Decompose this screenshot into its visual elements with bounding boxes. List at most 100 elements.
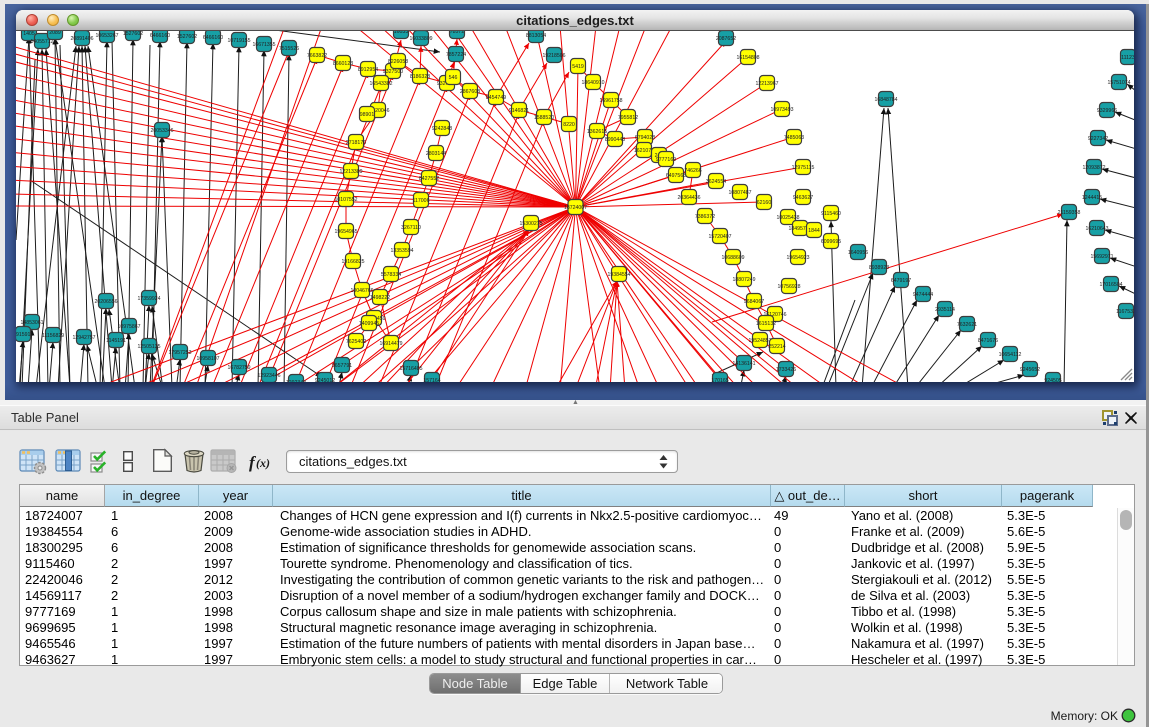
svg-text:12093872: 12093872 bbox=[1082, 165, 1105, 171]
svg-text:12505135: 12505135 bbox=[137, 344, 160, 350]
svg-text:18640910: 18640910 bbox=[581, 80, 604, 86]
svg-text:1588520: 1588520 bbox=[534, 115, 554, 121]
svg-text:7485063: 7485063 bbox=[784, 135, 804, 141]
svg-text:10046766: 10046766 bbox=[350, 288, 373, 294]
svg-text:9327500: 9327500 bbox=[383, 69, 403, 75]
svg-text:9115460: 9115460 bbox=[821, 211, 841, 217]
svg-text:19166825: 19166825 bbox=[341, 259, 364, 265]
svg-text:3267110: 3267110 bbox=[401, 225, 421, 231]
svg-text:10654112: 10654112 bbox=[999, 352, 1022, 358]
svg-text:12923446: 12923446 bbox=[257, 373, 280, 379]
svg-text:15716485: 15716485 bbox=[399, 366, 422, 372]
svg-text:10719155: 10719155 bbox=[227, 38, 250, 44]
svg-text:16543382: 16543382 bbox=[369, 81, 392, 87]
svg-text:15692971: 15692971 bbox=[1090, 254, 1113, 260]
svg-text:14136141: 14136141 bbox=[732, 361, 755, 367]
svg-text:6479197: 6479197 bbox=[891, 278, 911, 284]
svg-text:3915911: 3915911 bbox=[16, 332, 33, 338]
svg-text:15751074: 15751074 bbox=[1107, 80, 1130, 86]
svg-text:19384554: 19384554 bbox=[607, 272, 630, 278]
svg-text:117006: 117006 bbox=[413, 198, 430, 204]
svg-text:5419: 5419 bbox=[572, 64, 584, 70]
svg-text:9684067: 9684067 bbox=[744, 299, 764, 305]
svg-text:2087652: 2087652 bbox=[716, 36, 736, 42]
svg-text:7663822: 7663822 bbox=[307, 53, 327, 59]
svg-text:1844: 1844 bbox=[808, 228, 820, 234]
svg-text:13353594: 13353594 bbox=[390, 248, 413, 254]
svg-text:9463627: 9463627 bbox=[793, 195, 813, 201]
svg-text:9245012: 9245012 bbox=[315, 378, 335, 382]
svg-text:12942757: 12942757 bbox=[72, 335, 95, 341]
svg-text:2718176: 2718176 bbox=[346, 140, 366, 146]
svg-text:9657791: 9657791 bbox=[332, 363, 352, 369]
svg-text:9329966: 9329966 bbox=[1097, 108, 1117, 114]
svg-text:8220: 8220 bbox=[563, 122, 575, 128]
svg-text:11156829: 11156829 bbox=[42, 333, 64, 339]
svg-text:9242848: 9242848 bbox=[432, 126, 452, 132]
svg-text:16914479: 16914479 bbox=[379, 341, 402, 347]
svg-text:1527602: 1527602 bbox=[177, 34, 197, 40]
svg-text:7625402: 7625402 bbox=[346, 339, 366, 345]
svg-text:2935114: 2935114 bbox=[935, 307, 955, 313]
svg-text:8186328: 8186328 bbox=[410, 74, 430, 80]
svg-text:1498222: 1498222 bbox=[370, 295, 390, 301]
svg-text:8912954: 8912954 bbox=[358, 67, 378, 73]
svg-text:16671355: 16671355 bbox=[252, 42, 275, 48]
svg-text:16848784: 16848784 bbox=[874, 97, 897, 103]
svg-text:20206556: 20206556 bbox=[94, 299, 117, 305]
svg-text:7515526: 7515526 bbox=[279, 46, 299, 52]
svg-text:16961758: 16961758 bbox=[599, 98, 622, 104]
svg-text:16033: 16033 bbox=[394, 31, 409, 35]
svg-text:14853061: 14853061 bbox=[20, 320, 43, 326]
svg-text:98901: 98901 bbox=[360, 112, 375, 118]
svg-text:1145191: 1145191 bbox=[106, 338, 126, 344]
svg-text:1409945: 1409945 bbox=[359, 321, 379, 327]
svg-text:6794028: 6794028 bbox=[635, 135, 655, 141]
svg-text:6466160: 6466160 bbox=[203, 35, 223, 41]
svg-text:16782759: 16782759 bbox=[227, 365, 250, 371]
svg-text:10958107: 10958107 bbox=[196, 356, 219, 362]
svg-text:10107552: 10107552 bbox=[334, 197, 357, 203]
svg-text:1292344: 1292344 bbox=[286, 380, 306, 382]
svg-text:2803144: 2803144 bbox=[426, 151, 446, 157]
svg-text:10807487: 10807487 bbox=[728, 190, 751, 196]
svg-text:10975867: 10975867 bbox=[117, 324, 140, 330]
svg-text:10653267: 10653267 bbox=[95, 33, 118, 39]
svg-text:8660123: 8660123 bbox=[333, 61, 353, 67]
svg-text:17016504: 17016504 bbox=[1099, 282, 1122, 288]
svg-text:7955812: 7955812 bbox=[618, 115, 638, 121]
svg-text:20891406: 20891406 bbox=[70, 36, 93, 42]
svg-text:8471676: 8471676 bbox=[978, 338, 998, 344]
svg-text:10973493: 10973493 bbox=[770, 107, 793, 113]
svg-text:8427552: 8427552 bbox=[419, 176, 439, 182]
svg-text:6099695: 6099695 bbox=[821, 239, 841, 245]
svg-text:7386372: 7386372 bbox=[695, 214, 715, 220]
svg-text:(x): (x) bbox=[256, 456, 270, 470]
svg-text:18724007: 18724007 bbox=[564, 205, 587, 211]
svg-text:1405: 1405 bbox=[23, 31, 35, 37]
svg-text:746266: 746266 bbox=[684, 168, 701, 174]
svg-text:6497568: 6497568 bbox=[666, 173, 686, 179]
svg-text:8454749: 8454749 bbox=[486, 95, 506, 101]
svg-text:1615132: 1615132 bbox=[756, 321, 776, 327]
svg-text:12213389: 12213389 bbox=[339, 169, 362, 175]
svg-text:20053346: 20053346 bbox=[150, 128, 173, 134]
svg-text:17359924: 17359924 bbox=[137, 296, 160, 302]
svg-text:12975115: 12975115 bbox=[792, 165, 815, 171]
svg-text:19654965: 19654965 bbox=[334, 229, 357, 235]
svg-text:1362615: 1362615 bbox=[587, 129, 607, 135]
svg-text:2089: 2089 bbox=[49, 31, 61, 36]
svg-text:21159358: 21159358 bbox=[1058, 210, 1081, 216]
svg-text:1733426: 1733426 bbox=[776, 367, 796, 373]
svg-text:78572: 78572 bbox=[450, 31, 465, 35]
svg-text:10688609: 10688609 bbox=[721, 255, 744, 261]
svg-text:16210643: 16210643 bbox=[1085, 226, 1108, 232]
svg-text:19218506: 19218506 bbox=[542, 53, 565, 59]
svg-text:252214: 252214 bbox=[768, 344, 785, 350]
svg-text:7632621: 7632621 bbox=[957, 322, 977, 328]
svg-text:3624554: 3624554 bbox=[706, 179, 726, 185]
svg-text:12213967: 12213967 bbox=[755, 81, 778, 87]
svg-text:20364436: 20364436 bbox=[677, 195, 700, 201]
svg-text:546: 546 bbox=[449, 75, 458, 81]
svg-text:16033809: 16033809 bbox=[409, 36, 432, 42]
